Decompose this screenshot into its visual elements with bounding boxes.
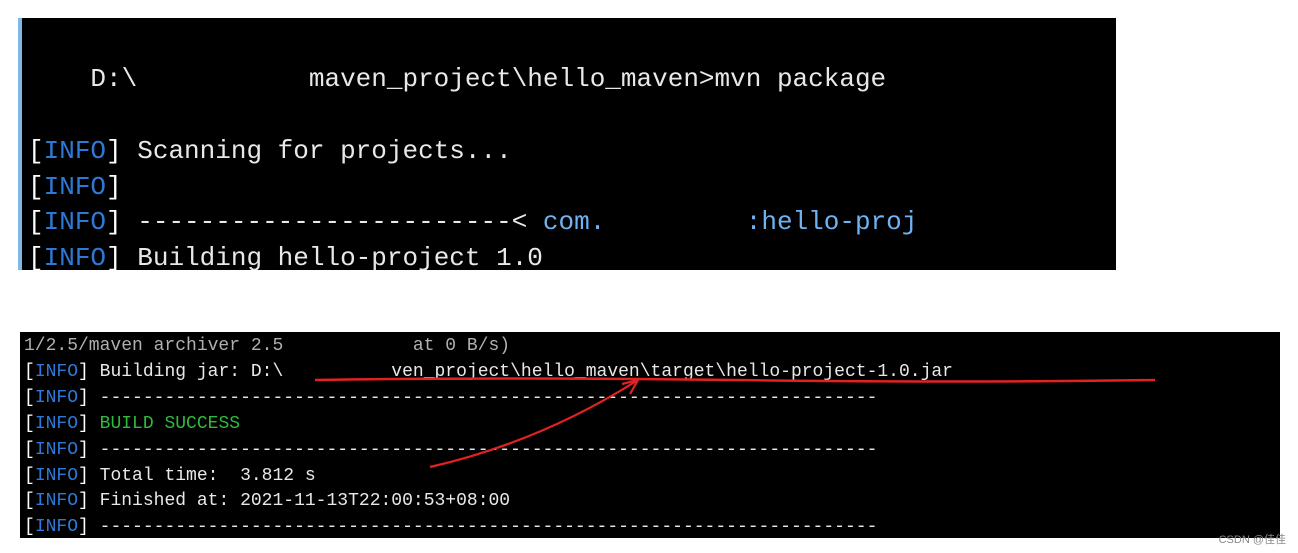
group-artifact: com. :hello-proj (543, 207, 917, 237)
output-line: [INFO] ---------------------------------… (24, 386, 1276, 412)
output-line: [INFO] ---------------------------------… (24, 438, 1276, 464)
prompt-path: D:\ maven_project\hello_maven> (90, 64, 714, 94)
finished-at: Finished at: 2021-11-13T22:00:53+08:00 (89, 491, 510, 511)
output-line: [INFO] ------------------------< com. :h… (28, 205, 1110, 241)
info-tag: INFO (44, 136, 106, 166)
dashes: ----------------------------------------… (89, 517, 878, 537)
scanning-text: Scanning for projects... (122, 136, 512, 166)
command-text: mvn package (715, 64, 887, 94)
terminal-output-top: D:\ maven_project\hello_maven>mvn packag… (18, 18, 1116, 270)
output-line: [INFO] Building hello-project 1.0 (28, 241, 1110, 270)
bracket-close: ] (106, 136, 122, 166)
terminal-output-bottom: 1/2.5/maven archiver 2.5 at 0 B/s) [INFO… (20, 332, 1280, 538)
output-line: [INFO] ---------------------------------… (24, 515, 1276, 538)
output-line: [INFO] (28, 170, 1110, 206)
total-time: Total time: 3.812 s (89, 466, 316, 486)
building-jar-text: Building jar: D:\ ven_project\hello_mave… (89, 362, 953, 382)
output-line: [INFO] Total time: 3.812 s (24, 464, 1276, 490)
dashes: ------------------------< (122, 207, 543, 237)
watermark-text: CSDN @佳佳 (1219, 531, 1286, 547)
output-line: [INFO] Building jar: D:\ ven_project\hel… (24, 360, 1276, 386)
output-line: [INFO] Scanning for projects... (28, 134, 1110, 170)
dashes: ----------------------------------------… (89, 388, 878, 408)
bracket-open: [ (28, 136, 44, 166)
build-success: BUILD SUCCESS (89, 414, 240, 434)
building-text: Building hello-project 1.0 (122, 243, 543, 270)
output-line: [INFO] BUILD SUCCESS (24, 412, 1276, 438)
output-line: [INFO] Finished at: 2021-11-13T22:00:53+… (24, 489, 1276, 515)
command-line[interactable]: D:\ maven_project\hello_maven>mvn packag… (28, 26, 1110, 134)
partial-line: 1/2.5/maven archiver 2.5 at 0 B/s) (24, 334, 1276, 360)
dashes: ----------------------------------------… (89, 440, 878, 460)
